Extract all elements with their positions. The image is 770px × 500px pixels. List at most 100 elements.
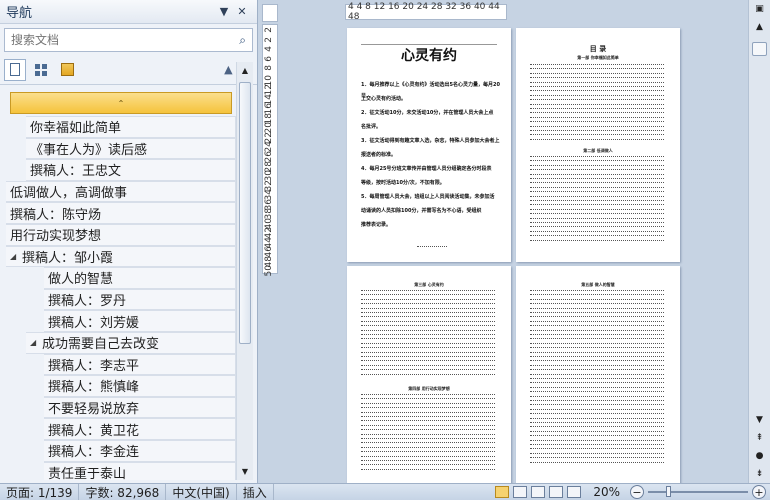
- ruler-tick-label: 2: [264, 36, 274, 43]
- heading-item-label: 撰稿人：刘芳媛: [48, 315, 140, 331]
- web-layout-icon[interactable]: [531, 486, 546, 498]
- ruler-corner: [262, 4, 278, 22]
- heading-item[interactable]: 撰稿人：黄卫花: [44, 418, 236, 440]
- heading-item[interactable]: 责任重于泰山: [44, 461, 236, 480]
- heading-item-label: 撰稿人：陈守炀: [10, 207, 102, 223]
- page-paragraph: 5．每周管理人员大会，班组以上人员阅读活动集，未参加活: [361, 194, 495, 200]
- language[interactable]: 中文(中国): [166, 483, 237, 500]
- heading-item-label: 撰稿人：黄卫花: [48, 423, 140, 439]
- zoom-in-button[interactable]: +: [752, 485, 766, 499]
- heading-item-label: 撰稿人：熊慎峰: [48, 380, 140, 396]
- insert-mode[interactable]: 插入: [237, 483, 274, 500]
- toc-section-2: 第二部 低调做人: [583, 148, 613, 153]
- heading-item[interactable]: 撰稿人：刘芳媛: [44, 310, 236, 332]
- heading-item[interactable]: 撰稿人：陈守炀: [6, 202, 236, 224]
- collapse-all-button[interactable]: ⌃: [10, 92, 232, 114]
- toc-section-3: 第三部 心灵有约: [414, 282, 444, 287]
- ruler-toggle-icon[interactable]: ▣: [749, 0, 770, 18]
- scroll-up-icon[interactable]: ▲: [237, 62, 253, 79]
- zoom-slider-knob[interactable]: [666, 486, 671, 497]
- heading-item-label: 撰稿人：李金连: [48, 445, 140, 461]
- print-layout-icon[interactable]: [495, 486, 510, 498]
- nav-view-tabs: ▲ ▼: [0, 55, 257, 85]
- heading-item[interactable]: 撰稿人：罗丹: [44, 288, 236, 311]
- page-count[interactable]: 页面: 1/139: [0, 483, 80, 500]
- expand-triangle-icon[interactable]: ◢: [10, 252, 16, 261]
- heading-item-label: 做人的智慧: [48, 272, 114, 288]
- heading-item[interactable]: 用行动实现梦想: [6, 223, 236, 246]
- horizontal-ruler-ticks: 4 4 8 12 16 20 24 28 32 36 40 44 48: [348, 2, 500, 22]
- heading-item-label: 不要轻易说放弃: [48, 402, 140, 418]
- ruler-tick-label: 50: [264, 265, 274, 277]
- heading-item[interactable]: 做人的智慧: [44, 267, 236, 289]
- word-count[interactable]: 字数: 82,968: [79, 483, 167, 500]
- nav-dropdown-icon[interactable]: ▼: [215, 5, 233, 18]
- prev-page-icon[interactable]: ⇞: [749, 429, 770, 447]
- heading-item[interactable]: 你幸福如此简单: [26, 116, 236, 138]
- heading-item[interactable]: 不要轻易说放弃: [44, 396, 236, 419]
- ruler-tick-label: 4: [264, 46, 274, 52]
- doc-scroll-up-icon[interactable]: ▲: [749, 18, 770, 36]
- vertical-ruler: 2 2 4 6 8 10 12 14 16 18 20 22 24 26 28 30 32 34 36 38 40 42 4…: [262, 24, 278, 277]
- toc-section-1: 第一部 你幸福如此简单: [577, 55, 619, 60]
- zoom-level[interactable]: 20%: [593, 485, 620, 499]
- outline-view-icon[interactable]: [549, 486, 564, 498]
- toc-title: 目 录: [589, 45, 607, 53]
- heading-item[interactable]: 撰稿人：王忠文: [26, 159, 236, 181]
- heading-item-label: 撰稿人：邹小霞: [22, 250, 114, 266]
- draft-view-icon[interactable]: [567, 486, 582, 498]
- browse-object-icon[interactable]: ●: [749, 447, 770, 465]
- search-input[interactable]: [11, 33, 240, 47]
- ruler-tick-label: 2: [264, 27, 274, 33]
- heading-item[interactable]: ◢ 成功需要自己去改变: [26, 331, 236, 354]
- prev-heading-icon[interactable]: ▲: [224, 63, 232, 76]
- expand-triangle-icon[interactable]: ◢: [30, 338, 36, 347]
- heading-item-label: 责任重于泰山: [48, 466, 127, 480]
- heading-item[interactable]: 低调做人，高调做事: [6, 180, 236, 203]
- heading-item-label: 低调做人，高调做事: [10, 186, 128, 202]
- collapse-icon: ⌃: [117, 98, 125, 108]
- heading-item[interactable]: 《事在人为》读后感: [26, 137, 236, 160]
- search-box[interactable]: ⌕: [4, 28, 253, 52]
- doc-scroll-thumb[interactable]: [752, 42, 767, 56]
- heading-item[interactable]: 撰稿人：李志平: [44, 353, 236, 376]
- status-bar: 页面: 1/139 字数: 82,968 中文(中国) 插入 20% − +: [0, 483, 770, 500]
- page-paragraph: 推荐表记录。: [361, 222, 392, 228]
- heading-tree: ⌃ 你幸福如此简单《事在人为》读后感 撰稿人：王忠文低调做人，高调做事 撰稿人：陈守…: [4, 90, 236, 480]
- next-page-icon[interactable]: ⇟: [749, 465, 770, 483]
- ruler-tick-label: 8: [264, 65, 274, 71]
- document-page-4[interactable]: 第五部 做人的智慧: [516, 266, 680, 486]
- nav-scrollbar[interactable]: ▲ ▼: [236, 62, 253, 480]
- document-page-1[interactable]: 心灵有约 1．每月推荐以上《心灵有约》活动选出5名心灵力量，每月20日 上交心灵有…: [347, 28, 511, 262]
- tab-results-icon[interactable]: [56, 59, 78, 81]
- heading-item-label: 你幸福如此简单: [30, 121, 122, 137]
- page-paragraph: 3．征文活动得到有趣文章入选，杂志，特殊人员参加大会者上: [361, 138, 500, 144]
- ruler-tick-label: 6: [264, 55, 274, 62]
- document-scrollbar[interactable]: ▣ ▲ ▼ ⇞ ● ⇟: [748, 0, 770, 483]
- document-page-2[interactable]: 目 录 第一部 你幸福如此简单 第二部 低调做人: [516, 28, 680, 262]
- page-paragraph: 2．征文活动10分，未交活动10分，并在管理人员大会上点: [361, 110, 494, 116]
- tab-pages-icon[interactable]: [30, 59, 52, 81]
- reading-view-icon[interactable]: [513, 486, 528, 498]
- page-paragraph: 4．每月25号分班文章传并由管理人员分组确定各分时段表: [361, 166, 492, 172]
- search-icon[interactable]: ⌕: [239, 33, 246, 48]
- heading-item-label: 成功需要自己去改变: [42, 337, 160, 353]
- tab-headings-icon[interactable]: [4, 58, 26, 81]
- doc-scroll-down-icon[interactable]: ▼: [749, 411, 770, 429]
- document-page-3[interactable]: 第三部 心灵有约 第四部 用行动实现梦想: [347, 266, 511, 486]
- horizontal-ruler: 4 4 8 12 16 20 24 28 32 36 40 44 48: [345, 2, 507, 22]
- nav-close-icon[interactable]: ✕: [233, 5, 251, 18]
- zoom-slider[interactable]: [648, 486, 748, 497]
- heading-item[interactable]: 撰稿人：熊慎峰: [44, 375, 236, 397]
- heading-item[interactable]: 撰稿人：李金连: [44, 439, 236, 462]
- zoom-control: 20% − +: [587, 485, 770, 499]
- view-buttons: [495, 486, 587, 498]
- heading-item-label: 《事在人为》读后感: [30, 142, 148, 158]
- scroll-down-icon[interactable]: ▼: [237, 463, 253, 480]
- nav-scroll-thumb[interactable]: [239, 82, 251, 344]
- heading-item[interactable]: ◢ 撰稿人：邹小霞: [6, 245, 236, 268]
- toc-section-5: 第五部 做人的智慧: [581, 282, 615, 287]
- zoom-out-button[interactable]: −: [630, 485, 644, 499]
- page-paragraph: 上交心灵有约活动。: [361, 96, 407, 102]
- page-paragraph: 报送者的标准。: [361, 152, 397, 158]
